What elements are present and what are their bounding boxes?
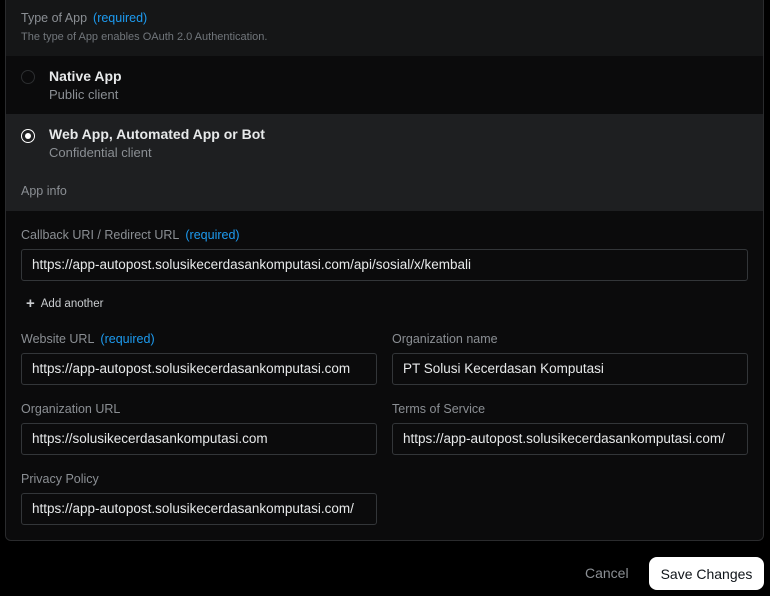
terms-label: Terms of Service	[392, 402, 486, 416]
app-type-required: (required)	[93, 11, 148, 25]
radio-option-title: Web App, Automated App or Bot	[49, 126, 265, 142]
privacy-label: Privacy Policy	[21, 472, 99, 486]
callback-url-input[interactable]: https://app-autopost.solusikecerdasankom…	[21, 249, 748, 281]
app-info-title: App info	[21, 184, 67, 198]
add-another-button[interactable]: + Add another	[26, 295, 103, 312]
website-required: (required)	[100, 332, 155, 346]
radio-selected-icon[interactable]	[21, 129, 35, 143]
terms-url-input[interactable]: https://app-autopost.solusikecerdasankom…	[392, 423, 748, 455]
app-info-header: App info	[6, 173, 763, 211]
app-settings-card: Type of App (required) The type of App en…	[5, 0, 764, 541]
org-name-label: Organization name	[392, 332, 498, 346]
radio-unselected-icon[interactable]	[21, 70, 35, 84]
org-url-input[interactable]: https://solusikecerdasankomputasi.com	[21, 423, 377, 455]
app-type-header: Type of App (required) The type of App en…	[6, 0, 763, 56]
cancel-button[interactable]: Cancel	[585, 565, 629, 581]
app-info-form: Callback URI / Redirect URL (required) ht…	[6, 211, 763, 540]
app-type-subtitle: The type of App enables OAuth 2.0 Authen…	[21, 31, 268, 43]
save-changes-button[interactable]: Save Changes	[649, 557, 764, 590]
radio-option-web-app[interactable]: Web App, Automated App or Bot Confidenti…	[6, 114, 763, 173]
website-label: Website URL (required)	[21, 332, 155, 346]
org-name-input[interactable]: PT Solusi Kecerdasan Komputasi	[392, 353, 748, 385]
callback-required: (required)	[185, 228, 240, 242]
callback-label-text: Callback URI / Redirect URL	[21, 228, 180, 242]
plus-icon: +	[26, 295, 35, 312]
website-label-text: Website URL	[21, 332, 95, 346]
website-url-input[interactable]: https://app-autopost.solusikecerdasankom…	[21, 353, 377, 385]
app-type-title-text: Type of App	[21, 11, 88, 25]
privacy-url-input[interactable]: https://app-autopost.solusikecerdasankom…	[21, 493, 377, 525]
radio-option-native-app[interactable]: Native App Public client	[6, 56, 763, 114]
app-type-title: Type of App (required)	[21, 11, 147, 25]
callback-label: Callback URI / Redirect URL (required)	[21, 228, 240, 242]
org-url-label: Organization URL	[21, 402, 121, 416]
radio-option-subtitle: Confidential client	[49, 145, 152, 160]
add-another-label: Add another	[40, 298, 104, 310]
radio-option-subtitle: Public client	[49, 87, 119, 102]
radio-option-title: Native App	[49, 68, 122, 84]
